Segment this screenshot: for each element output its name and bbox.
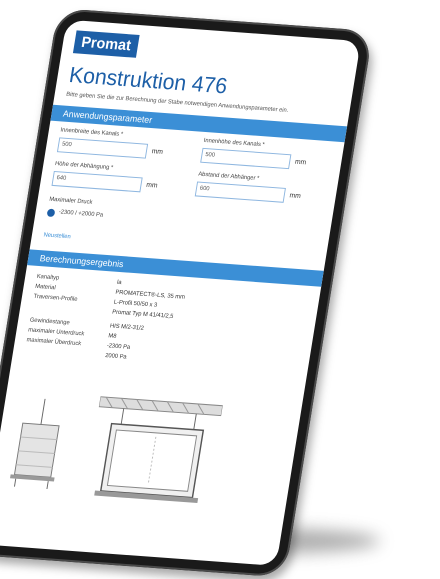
result-key: Material — [34, 283, 57, 292]
result-key: Gewindestange — [29, 317, 71, 327]
results-header: Berechnungsergebnis — [27, 249, 324, 287]
result-key: maximaler Überdruck — [26, 337, 82, 348]
side-section-drawing — [10, 398, 60, 490]
result-value: M8 — [107, 333, 117, 340]
height-unit: mm — [294, 158, 307, 167]
result-key: maximaler Unterdruck — [27, 327, 85, 338]
result-value: 2000 Pa — [104, 353, 127, 361]
result-key: Kanaltyp — [36, 273, 60, 282]
width-input[interactable]: 500 — [56, 137, 149, 159]
hanger-height-label: Höhe der Abhängung * — [54, 161, 114, 172]
hanger-distance-unit: mm — [288, 192, 302, 201]
height-input[interactable]: 500 — [200, 147, 292, 170]
hanger-distance-label: Abstand der Abhänger * — [197, 171, 260, 182]
result-value: L-Profil 50/50 x 3 — [113, 299, 158, 309]
width-unit: mm — [151, 148, 164, 156]
promat-logo[interactable]: Promat — [72, 30, 140, 58]
result-key: Traversen-Profile — [33, 293, 78, 303]
height-label: Innenhöhe des Kanals * — [203, 137, 266, 149]
width-label: Innenbreite des Kanals * — [59, 127, 124, 138]
hanger-distance-input[interactable]: 600 — [194, 181, 286, 203]
hanger-height-unit: mm — [145, 181, 158, 190]
tablet-screen: Promat Konstruktion 476 Bitte geben Sie … — [0, 19, 361, 566]
pressure-radio[interactable] — [46, 208, 56, 218]
pressure-label: Maximaler Druck — [48, 196, 93, 206]
result-value: -2300 Pa — [106, 343, 131, 351]
front-section-drawing — [94, 396, 224, 504]
tablet-device: Promat Konstruktion 476 Bitte geben Sie … — [0, 8, 374, 578]
result-value: la — [116, 279, 122, 287]
result-value: HIS M/2-31/2 — [109, 323, 145, 332]
result-value: PROMATECT®-LS, 35 mm — [114, 289, 186, 301]
result-value: Promat Typ M 41/41/2,5 — [111, 309, 174, 320]
pressure-option: -2300 / +2000 Pa — [58, 209, 104, 219]
reset-link[interactable]: Neustellen — [43, 232, 71, 240]
hanger-height-input[interactable]: 640 — [51, 170, 143, 193]
